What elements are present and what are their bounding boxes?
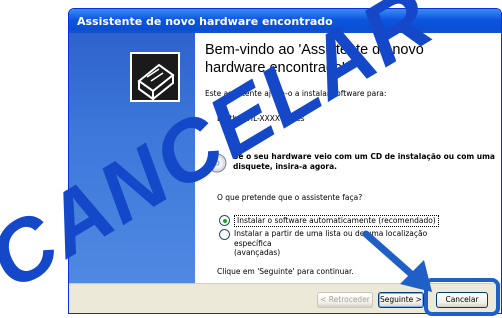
window-title: Assistente de novo hardware encontrado (77, 14, 333, 28)
radio-from-list[interactable] (219, 229, 230, 240)
radio-automatic[interactable] (219, 215, 230, 226)
wizard-banner (69, 33, 195, 283)
wizard-window: Assistente de novo hardware encontrado B… (68, 8, 502, 314)
option-automatic-label: Instalar o software automaticamente (rec… (234, 215, 439, 227)
option-from-list-label: Instalar a partir de uma lista ou de uma… (234, 229, 428, 257)
device-name: Brother HL-XXXX series (217, 114, 305, 123)
next-button[interactable]: Seguinte > (378, 292, 424, 308)
button-bar: < Retroceder Seguinte > Cancelar (69, 283, 501, 313)
cd-prompt: Se o seu hardware veio com um CD de inst… (233, 152, 495, 171)
continue-text: Clique em 'Seguinte' para continuar. (217, 267, 354, 276)
intro-text: Este assistente ajuda-o a instalar softw… (205, 89, 387, 98)
back-button[interactable]: < Retroceder (317, 292, 373, 308)
hardware-wizard-icon (130, 52, 180, 102)
option-install-from-list[interactable]: Instalar a partir de uma lista ou de uma… (219, 229, 459, 258)
title-bar[interactable]: Assistente de novo hardware encontrado (69, 9, 501, 33)
cancel-button[interactable]: Cancelar (436, 292, 488, 308)
option-install-automatic[interactable]: Instalar o software automaticamente (rec… (219, 215, 439, 227)
cd-icon (207, 153, 227, 173)
wizard-heading: Bem-vindo ao 'Assistente de novo hardwar… (205, 42, 424, 76)
question-text: O que pretende que o assistente faça? (217, 193, 363, 202)
wizard-content: Bem-vindo ao 'Assistente de novo hardwar… (69, 33, 501, 283)
